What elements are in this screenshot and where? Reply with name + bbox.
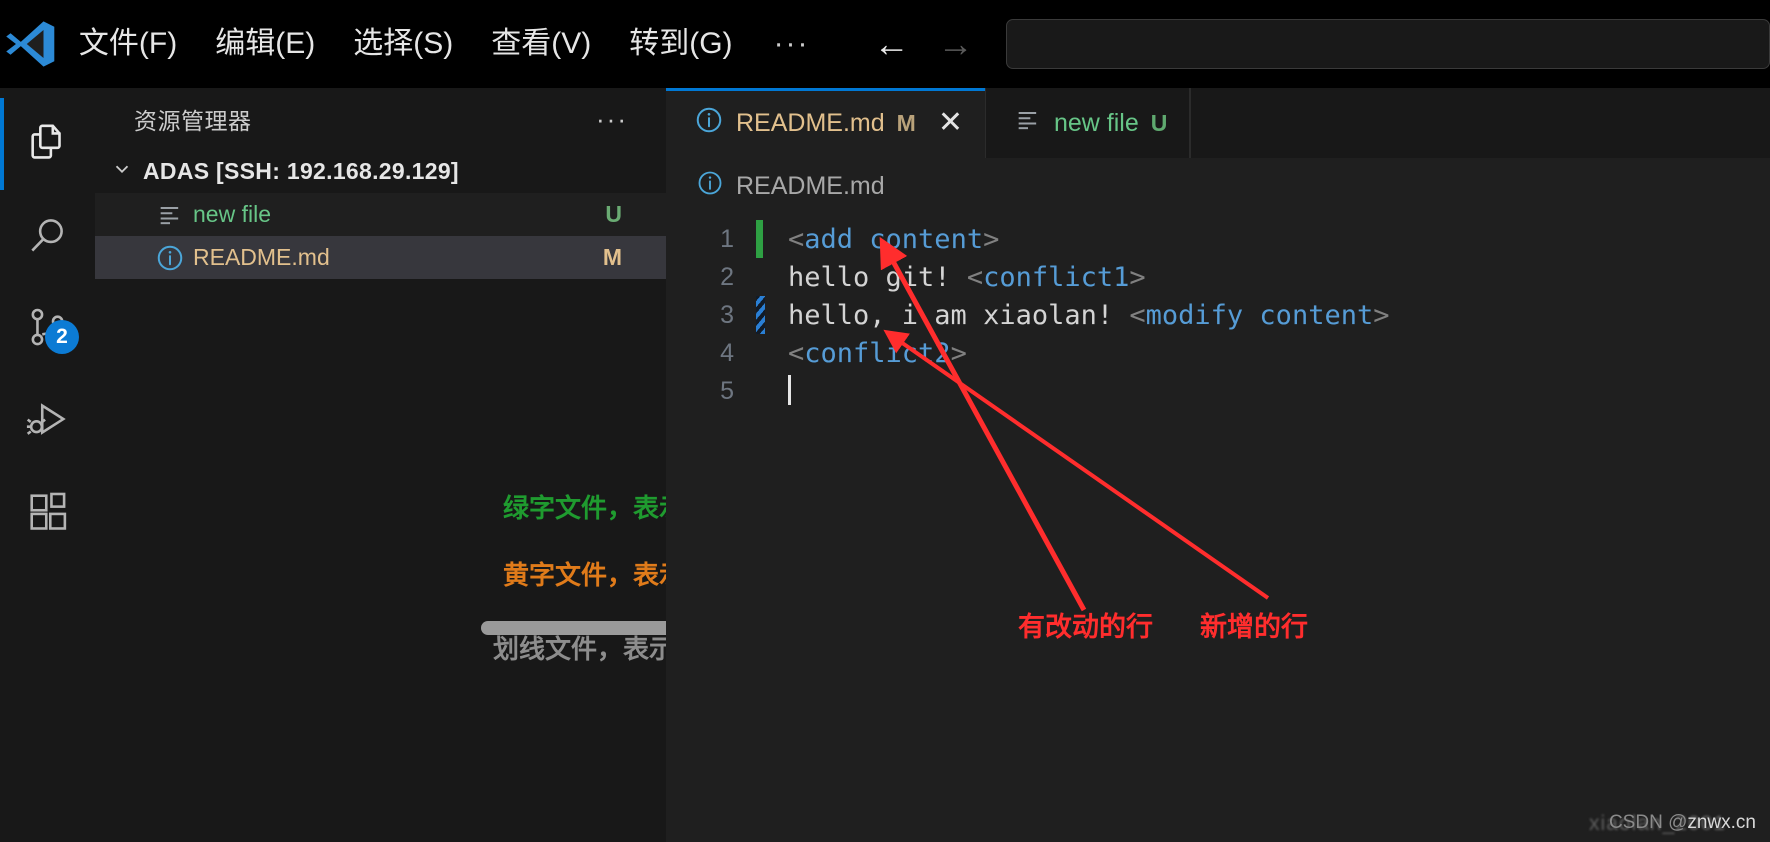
gutter-change-marker-none (752, 372, 774, 410)
tree-item-new-file-badge: U (605, 201, 622, 227)
watermark-csdn-prefix: CSDN @ (1608, 812, 1688, 833)
menu-selection[interactable]: 选择(S) (334, 20, 472, 68)
tab-readme[interactable]: README.md M ✕ (666, 88, 986, 158)
line-number: 3 (720, 300, 734, 329)
tree-item-readme[interactable]: README.md M (95, 236, 666, 279)
tab-readme-dirty-mark: M (896, 109, 916, 136)
breadcrumb-file-label: README.md (736, 171, 885, 200)
code-line-text: <conflict2> (788, 337, 967, 369)
info-circle-file-icon (153, 243, 187, 273)
run-and-debug-icon (25, 397, 71, 443)
menu-edit-label: 编辑(E) (215, 27, 316, 60)
menu-go[interactable]: 转到(G) (610, 20, 751, 68)
arrow-label-added-line: 新增的行 (1200, 612, 1308, 642)
tree-item-new-file-label: new file (193, 201, 271, 227)
close-icon[interactable]: ✕ (938, 108, 963, 138)
tab-readme-label: README.md (736, 108, 885, 137)
breadcrumb[interactable]: README.md (666, 158, 1770, 214)
tree-root-folder[interactable]: ADAS [SSH: 192.168.29.129] (95, 150, 666, 193)
tab-bar-empty-space (1190, 88, 1770, 158)
activity-item-source-control[interactable]: 2 (0, 282, 95, 374)
navigation-arrows: ← → (870, 26, 978, 62)
tab-new-file[interactable]: new file U (985, 88, 1191, 158)
code-line: 1 <add content> (666, 220, 1770, 258)
tab-new-file-status-mark: U (1150, 109, 1168, 136)
title-bar: 文件(F) 编辑(E) 选择(S) 查看(V) 转到(G) ··· ← → (0, 0, 1770, 88)
gutter-change-marker-added (752, 220, 774, 258)
text-lines-file-icon (153, 201, 187, 229)
info-circle-file-icon (694, 105, 724, 142)
menu-edit[interactable]: 编辑(E) (196, 20, 334, 68)
text-lines-file-icon (1014, 106, 1042, 141)
menu-file[interactable]: 文件(F) (60, 20, 196, 68)
activity-item-explorer[interactable] (0, 98, 95, 190)
sidebar-more-actions-button[interactable]: ··· (596, 104, 628, 135)
code-editor[interactable]: 1 <add content> 2 hello git! <conflict1>… (666, 214, 1770, 410)
activity-bar: 2 (0, 88, 95, 842)
menu-bar: 文件(F) 编辑(E) 选择(S) 查看(V) 转到(G) ··· (60, 20, 832, 68)
code-line: 5 (666, 372, 1770, 410)
arrow-label-modified-line: 有改动的行 (1018, 612, 1153, 642)
line-number: 2 (720, 262, 734, 291)
menu-file-label: 文件(F) (78, 27, 178, 60)
sidebar-header: 资源管理器 ··· (95, 88, 666, 150)
forward-arrow-icon[interactable]: → (934, 26, 978, 62)
menu-go-label: 转到(G) (629, 27, 733, 60)
back-arrow-icon[interactable]: ← (870, 26, 914, 62)
search-icon (25, 213, 71, 259)
code-line: 4 <conflict2> (666, 334, 1770, 372)
code-line-text (774, 375, 791, 407)
command-center-search-input[interactable] (1005, 19, 1770, 69)
code-line-text: <add content> (788, 223, 1000, 255)
menu-view-label: 查看(V) (491, 27, 592, 60)
gutter-change-marker-none (752, 334, 774, 372)
code-line: 3 hello, i am xiaolan! <modify content> (666, 296, 1770, 334)
menu-selection-label: 选择(S) (353, 27, 454, 60)
tree-item-readme-label: README.md (193, 244, 330, 270)
menu-view[interactable]: 查看(V) (472, 20, 610, 68)
code-line-text: hello git! <conflict1> (788, 261, 1146, 293)
editor-tab-bar: README.md M ✕ new file U (666, 88, 1770, 158)
tab-new-file-label: new file (1053, 108, 1139, 137)
vscode-window: 文件(F) 编辑(E) 选择(S) 查看(V) 转到(G) ··· ← → 2 … (0, 0, 1770, 842)
code-line-text: hello, i am xiaolan! <modify content> (788, 299, 1390, 331)
text-cursor (788, 375, 791, 405)
explorer-files-icon (25, 121, 71, 167)
extensions-blocks-icon (25, 489, 71, 535)
line-number: 1 (720, 224, 734, 253)
tree-root-folder-label: ADAS [SSH: 192.168.29.129] (143, 158, 459, 184)
activity-item-run-debug[interactable] (0, 374, 95, 466)
source-control-badge: 2 (45, 320, 79, 354)
watermark-brand: znwx.cn (1687, 812, 1756, 833)
line-number: 4 (720, 338, 734, 367)
chevron-down-icon[interactable] (101, 158, 143, 186)
tree-item-new-file[interactable]: new file U (95, 193, 666, 236)
watermark-csdn: CSDN @znwx.cn (1609, 812, 1756, 834)
gutter-change-marker-modified (752, 296, 774, 334)
sidebar-title: 资源管理器 (134, 108, 252, 134)
info-circle-file-icon (696, 169, 724, 204)
explorer-sidebar: 资源管理器 ··· ADAS [SSH: 192.168.29.129] new… (95, 88, 737, 842)
activity-item-extensions[interactable] (0, 466, 95, 558)
vscode-logo-icon (0, 0, 60, 88)
editor-group: README.md M ✕ new file U README.md 1 <ad… (666, 88, 1770, 842)
menu-more-button[interactable]: ··· (752, 21, 832, 67)
line-number: 5 (720, 376, 734, 405)
code-line: 2 hello git! <conflict1> (666, 258, 1770, 296)
gutter-change-marker-none (752, 258, 774, 296)
tree-item-readme-badge: M (602, 244, 622, 270)
activity-item-search[interactable] (0, 190, 95, 282)
